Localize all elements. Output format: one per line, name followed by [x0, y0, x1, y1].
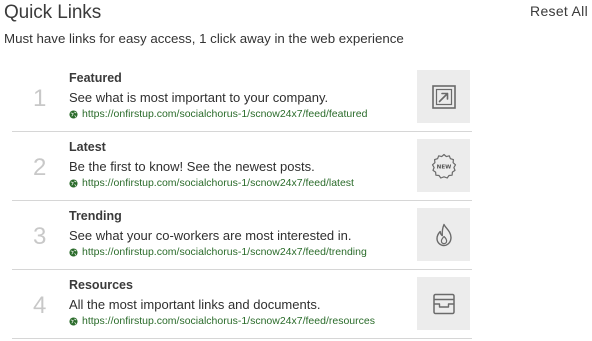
item-title: Resources — [69, 278, 133, 292]
item-icon-box[interactable] — [417, 277, 470, 330]
page-title: Quick Links — [4, 2, 102, 23]
item-icon-box[interactable] — [417, 70, 470, 123]
page-subtitle: Must have links for easy access, 1 click… — [4, 31, 404, 46]
item-url-link[interactable]: https://onfirstup.com/socialchorus-1/scn… — [69, 315, 375, 327]
globe-icon — [69, 109, 78, 119]
item-icon-box[interactable]: NEW — [417, 139, 470, 192]
item-title: Featured — [69, 71, 122, 85]
reset-all-button[interactable]: Reset All — [530, 3, 588, 19]
item-number: 2 — [33, 154, 47, 181]
archive-box-icon — [432, 293, 455, 314]
item-description: Be the first to know! See the newest pos… — [69, 159, 315, 174]
globe-icon — [69, 247, 78, 257]
quick-link-item-latest[interactable]: 2 Latest Be the first to know! See the n… — [12, 132, 472, 201]
quick-links-list: 1 Featured See what is most important to… — [12, 63, 472, 339]
quick-link-item-resources[interactable]: 4 Resources All the most important links… — [12, 270, 472, 339]
globe-icon — [69, 178, 78, 188]
item-url-text[interactable]: https://onfirstup.com/socialchorus-1/scn… — [82, 246, 367, 258]
item-url-text[interactable]: https://onfirstup.com/socialchorus-1/scn… — [82, 315, 375, 327]
item-description: All the most important links and documen… — [69, 297, 321, 312]
quick-link-item-trending[interactable]: 3 Trending See what your co-workers are … — [12, 201, 472, 270]
item-description: See what your co-workers are most intere… — [69, 228, 352, 243]
flame-icon — [435, 223, 452, 246]
item-url-link[interactable]: https://onfirstup.com/socialchorus-1/scn… — [69, 246, 367, 258]
item-url-link[interactable]: https://onfirstup.com/socialchorus-1/scn… — [69, 177, 354, 189]
item-description: See what is most important to your compa… — [69, 90, 329, 105]
item-title: Trending — [69, 209, 122, 223]
item-number: 1 — [33, 85, 47, 112]
featured-arrow-icon — [431, 84, 456, 109]
item-number: 3 — [33, 223, 47, 250]
quick-links-page: Quick Links Reset All Must have links fo… — [0, 0, 592, 341]
item-url-link[interactable]: https://onfirstup.com/socialchorus-1/scn… — [69, 108, 367, 120]
item-url-text[interactable]: https://onfirstup.com/socialchorus-1/scn… — [82, 177, 354, 189]
svg-text:NEW: NEW — [436, 164, 451, 170]
item-number: 4 — [33, 292, 47, 319]
item-title: Latest — [69, 140, 106, 154]
globe-icon — [69, 316, 78, 326]
item-url-text[interactable]: https://onfirstup.com/socialchorus-1/scn… — [82, 108, 367, 120]
quick-link-item-featured[interactable]: 1 Featured See what is most important to… — [12, 63, 472, 132]
new-badge-icon: NEW — [431, 153, 456, 179]
item-icon-box[interactable] — [417, 208, 470, 261]
